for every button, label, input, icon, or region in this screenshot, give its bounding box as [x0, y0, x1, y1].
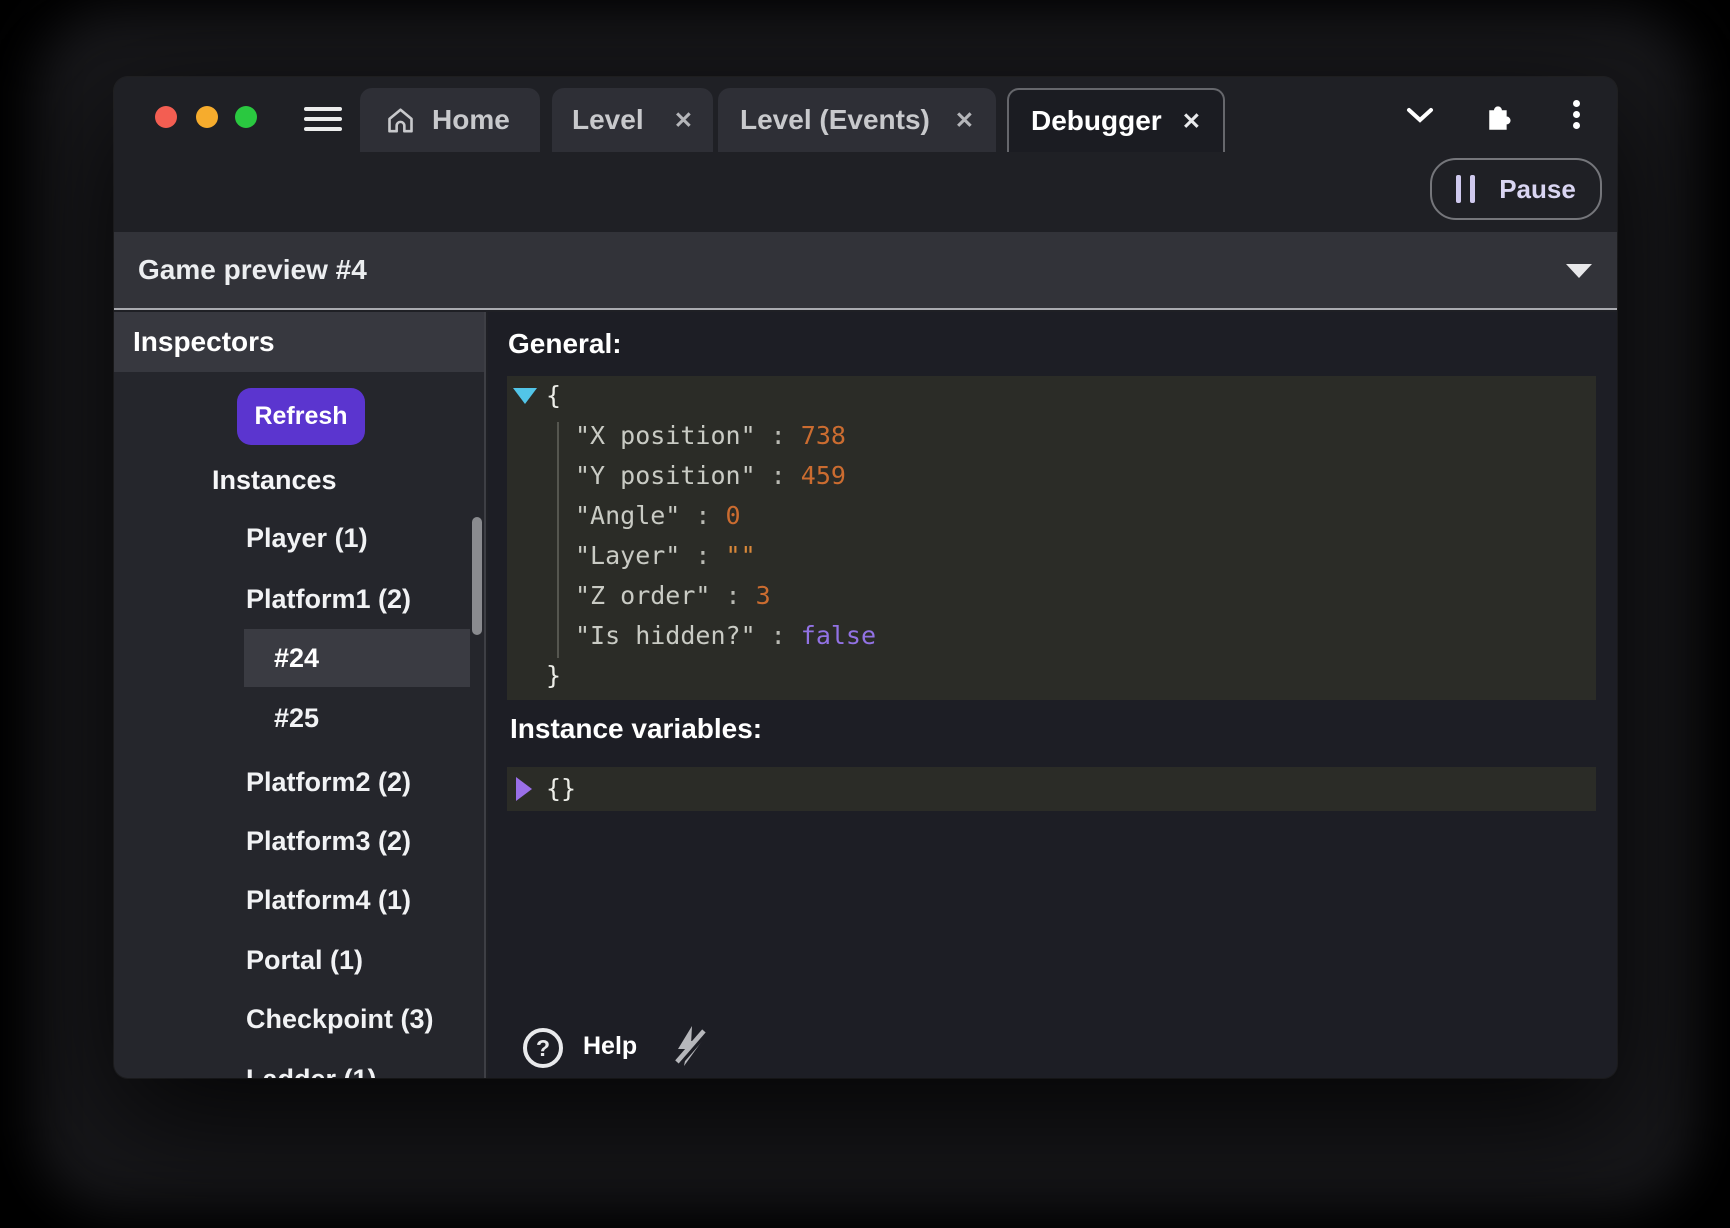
tab-home[interactable]: Home [360, 88, 540, 152]
sidebar-item-platform2[interactable]: Platform2 (2) [246, 766, 411, 798]
json-row-y-position: "Y position" : 459 [507, 456, 1596, 496]
window-minimize-button[interactable] [196, 106, 218, 128]
json-row-angle: "Angle" : 0 [507, 496, 1596, 536]
sidebar-item-platform3[interactable]: Platform3 (2) [246, 825, 411, 857]
expand-caret-icon[interactable] [516, 777, 532, 801]
pause-icon [1456, 175, 1475, 203]
help-icon[interactable]: ? [523, 1028, 563, 1068]
instance-variables-json-view: {} [507, 767, 1596, 811]
tab-debugger[interactable]: Debugger ✕ [1007, 88, 1225, 152]
sidebar-item-portal[interactable]: Portal (1) [246, 944, 363, 976]
window-close-button[interactable] [155, 106, 177, 128]
general-json-view: { "X position" : 738 "Y position" : 459 … [507, 376, 1596, 700]
tab-level-events-label: Level (Events) [740, 104, 930, 136]
tab-level[interactable]: Level ✕ [552, 88, 713, 152]
home-icon [384, 104, 417, 137]
json-row-is-hidden: "Is hidden?" : false [507, 616, 1596, 656]
close-icon[interactable]: ✕ [955, 109, 974, 132]
close-icon[interactable]: ✕ [1182, 110, 1201, 133]
sidebar-item-platform4[interactable]: Platform4 (1) [246, 884, 411, 916]
sidebar-item-platform1[interactable]: Platform1 (2) [246, 583, 411, 615]
sidebar-item-instance-24-selected[interactable]: #24 [244, 629, 470, 687]
indent-guide [557, 422, 559, 658]
help-button-label[interactable]: Help [583, 1032, 637, 1061]
sidebar-scrollbar-thumb[interactable] [472, 517, 482, 635]
sidebar-item-player[interactable]: Player (1) [246, 522, 368, 554]
inspector-detail-panel: General: { "X position" : 738 "Y positio… [488, 312, 1617, 1078]
sidebar-item-instance-25[interactable]: #25 [274, 702, 319, 734]
sidebar-item-instance-24-label: #24 [274, 629, 319, 687]
menu-icon[interactable] [304, 107, 342, 131]
sidebar-group-instances[interactable]: Instances [212, 464, 337, 496]
flash-off-icon[interactable] [666, 1022, 714, 1070]
instance-variables-section-label: Instance variables: [510, 713, 762, 745]
inspectors-header-label: Inspectors [133, 312, 275, 372]
pause-button-label: Pause [1499, 174, 1576, 205]
game-preview-title: Game preview #4 [138, 254, 367, 286]
tab-level-label: Level [572, 104, 644, 136]
general-section-label: General: [508, 328, 622, 360]
instance-variables-value: {} [546, 767, 576, 811]
close-icon[interactable]: ✕ [674, 109, 693, 132]
game-preview-selector[interactable]: Game preview #4 [114, 232, 1617, 310]
pause-button[interactable]: Pause [1430, 158, 1602, 220]
extensions-puzzle-icon[interactable] [1481, 96, 1517, 132]
tab-home-label: Home [432, 104, 510, 136]
inspectors-sidebar: Inspectors Refresh Instances Player (1) … [114, 312, 486, 1078]
json-row-z-order: "Z order" : 3 [507, 576, 1596, 616]
json-close-brace: } [507, 656, 1596, 696]
dropdown-caret-icon [1566, 264, 1592, 278]
sidebar-item-ladder[interactable]: Ladder (1) [246, 1063, 377, 1078]
json-row-x-position: "X position" : 738 [507, 416, 1596, 456]
collapse-caret-icon[interactable] [513, 388, 537, 404]
window-zoom-button[interactable] [235, 106, 257, 128]
tab-level-events[interactable]: Level (Events) ✕ [718, 88, 996, 152]
inspectors-header: Inspectors [114, 312, 484, 372]
more-options-icon[interactable] [1573, 100, 1581, 133]
chevron-down-icon[interactable] [1405, 105, 1435, 125]
debugger-window: Home Level ✕ Level (Events) ✕ Debugger ✕… [114, 77, 1617, 1078]
sidebar-item-checkpoint[interactable]: Checkpoint (3) [246, 1003, 434, 1035]
refresh-button[interactable]: Refresh [237, 388, 365, 445]
json-open-brace: { [507, 376, 1596, 416]
json-row-layer: "Layer" : "" [507, 536, 1596, 576]
tab-debugger-label: Debugger [1031, 105, 1162, 137]
